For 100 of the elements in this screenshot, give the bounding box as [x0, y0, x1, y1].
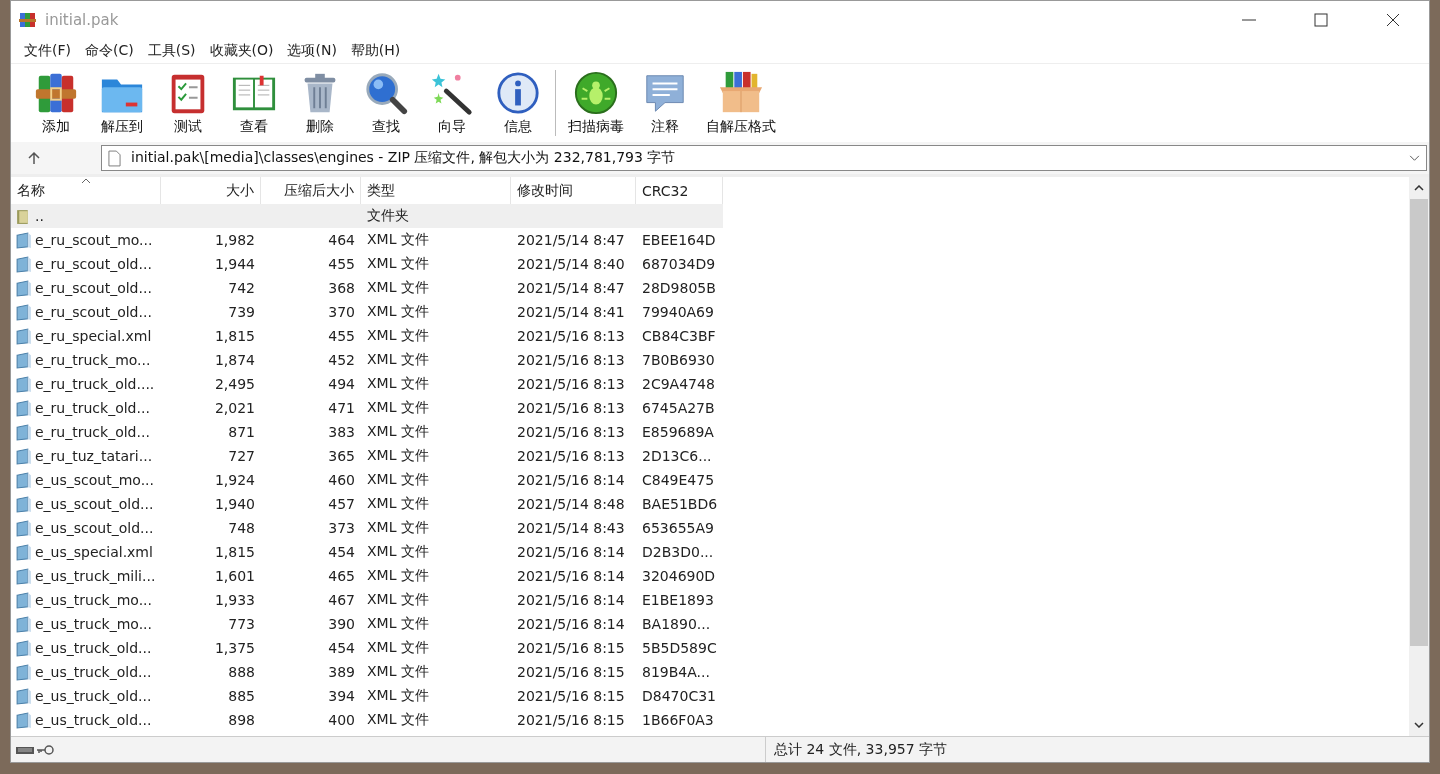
size-cell: 871	[228, 424, 255, 440]
name-cell: e_ru_scout_mo...	[35, 232, 153, 248]
file-row[interactable]: e_ru_truck_old... 871 383 XML 文件 2021/5/16 8:13 E859689A	[11, 420, 723, 444]
menu-item[interactable]: 工具(S)	[140, 42, 203, 60]
file-row[interactable]: e_ru_scout_old... 742 368 XML 文件 2021/5/14 8:47 28D9805B	[11, 276, 723, 300]
file-row[interactable]: .. 文件夹	[11, 204, 723, 228]
file-row[interactable]: e_us_truck_old... 888 389 XML 文件 2021/5/16 8:15 819B4A...	[11, 660, 723, 684]
modified-cell: 2021/5/16 8:13	[517, 328, 625, 344]
crc-cell: 819B4A...	[642, 664, 710, 680]
packed-size-cell: 494	[328, 376, 355, 392]
toolbar-button[interactable]: 测试	[155, 64, 221, 142]
size-cell: 1,982	[214, 232, 255, 248]
menu-item[interactable]: 收藏夹(O)	[202, 42, 281, 60]
size-cell: 1,933	[214, 592, 255, 608]
type-cell: 文件夹	[367, 207, 409, 225]
file-row[interactable]: e_us_scout_old... 748 373 XML 文件 2021/5/14 8:43 653655A9	[11, 516, 723, 540]
name-cell: e_us_truck_mo...	[35, 616, 152, 632]
toolbar-button[interactable]: 向导	[419, 64, 485, 142]
name-cell: e_us_truck_old...	[35, 664, 152, 680]
packed-size-cell: 368	[328, 280, 355, 296]
file-row[interactable]: e_ru_scout_old... 1,944 455 XML 文件 2021/5/14 8:40 687034D9	[11, 252, 723, 276]
size-cell: 1,815	[214, 544, 255, 560]
bug-icon	[573, 70, 619, 116]
size-cell: 739	[228, 304, 255, 320]
toolbar-button[interactable]: 添加	[23, 64, 89, 142]
status-summary: 总计 24 文件, 33,957 字节	[774, 740, 948, 759]
key-icon	[35, 744, 55, 755]
packed-size-cell: 365	[328, 448, 355, 464]
name-cell: e_ru_truck_old....	[35, 376, 155, 392]
size-cell: 1,815	[214, 328, 255, 344]
path-field[interactable]: initial.pak\[media]\classes\engines - ZIP 压缩文件, 解包大小为 232,781,793 字节	[101, 145, 1427, 171]
scroll-up-icon[interactable]	[1414, 185, 1424, 191]
file-row[interactable]: e_ru_truck_old... 2,021 471 XML 文件 2021/5/16 8:13 6745A27B	[11, 396, 723, 420]
modified-cell: 2021/5/14 8:41	[517, 304, 625, 320]
file-row[interactable]: e_us_truck_mo... 1,933 467 XML 文件 2021/5/16 8:14 E1BE1893	[11, 588, 723, 612]
type-cell: XML 文件	[367, 423, 429, 441]
dropdown-chevron-icon[interactable]	[1409, 154, 1420, 162]
type-cell: XML 文件	[367, 279, 429, 297]
toolbar-button[interactable]: 查找	[353, 64, 419, 142]
name-cell: e_us_special.xml	[35, 544, 153, 560]
type-cell: XML 文件	[367, 687, 429, 705]
name-cell: e_us_scout_mo...	[35, 472, 154, 488]
file-row[interactable]: e_ru_tuz_tatari... 727 365 XML 文件 2021/5/16 8:13 2D13C6...	[11, 444, 723, 468]
file-row[interactable]: e_ru_scout_old... 739 370 XML 文件 2021/5/14 8:41 79940A69	[11, 300, 723, 324]
toolbar-button[interactable]: 注释	[632, 64, 698, 142]
packed-size-cell: 454	[328, 640, 355, 656]
menu-item[interactable]: 帮助(H)	[343, 42, 408, 60]
file-row[interactable]: e_ru_special.xml 1,815 455 XML 文件 2021/5/16 8:13 CB84C3BF	[11, 324, 723, 348]
file-row[interactable]: e_ru_truck_mo... 1,874 452 XML 文件 2021/5/16 8:13 7B0B6930	[11, 348, 723, 372]
crc-cell: CB84C3BF	[642, 328, 716, 344]
crc-cell: 1B66F0A3	[642, 712, 714, 728]
modified-cell: 2021/5/16 8:15	[517, 712, 625, 728]
crc-cell: 6745A27B	[642, 400, 715, 416]
vertical-scrollbar[interactable]	[1409, 177, 1429, 736]
toolbar-button[interactable]: 删除	[287, 64, 353, 142]
toolbar-button[interactable]: 查看	[221, 64, 287, 142]
file-row[interactable]: e_us_special.xml 1,815 454 XML 文件 2021/5/16 8:14 D2B3D0...	[11, 540, 723, 564]
file-row[interactable]: e_us_truck_mo... 773 390 XML 文件 2021/5/16 8:14 BA1890...	[11, 612, 723, 636]
toolbar-button[interactable]: 扫描病毒	[560, 64, 632, 142]
menu-item[interactable]: 文件(F)	[17, 42, 78, 60]
type-cell: XML 文件	[367, 711, 429, 729]
file-row[interactable]: e_ru_truck_old.... 2,495 494 XML 文件 2021/5/16 8:13 2C9A4748	[11, 372, 723, 396]
toolbar-button[interactable]: 信息	[485, 64, 551, 142]
file-row[interactable]: e_us_scout_old... 1,940 457 XML 文件 2021/5/14 8:48 BAE51BD6	[11, 492, 723, 516]
crc-cell: BAE51BD6	[642, 496, 718, 512]
modified-cell: 2021/5/16 8:15	[517, 664, 625, 680]
size-cell: 1,924	[214, 472, 255, 488]
up-arrow-icon	[27, 151, 41, 165]
crc-cell: 7B0B6930	[642, 352, 715, 368]
packed-size-cell: 465	[328, 568, 355, 584]
file-row[interactable]: e_us_scout_mo... 1,924 460 XML 文件 2021/5/16 8:14 C849E475	[11, 468, 723, 492]
file-row[interactable]: e_us_truck_old... 1,375 454 XML 文件 2021/5/16 8:15 5B5D589C	[11, 636, 723, 660]
type-cell: XML 文件	[367, 303, 429, 321]
toolbar-button[interactable]: 解压到	[89, 64, 155, 142]
modified-cell: 2021/5/16 8:15	[517, 688, 625, 704]
packed-size-cell: 457	[328, 496, 355, 512]
modified-cell: 2021/5/14 8:47	[517, 280, 625, 296]
scroll-thumb[interactable]	[1410, 199, 1428, 646]
file-row[interactable]: e_ru_scout_mo... 1,982 464 XML 文件 2021/5/14 8:47 EBEE164D	[11, 228, 723, 252]
type-cell: XML 文件	[367, 663, 429, 681]
toolbar-button[interactable]: 自解压格式	[698, 64, 784, 142]
crc-cell: D8470C31	[642, 688, 716, 704]
modified-cell: 2021/5/16 8:14	[517, 544, 625, 560]
scroll-down-icon[interactable]	[1414, 722, 1424, 728]
type-cell: XML 文件	[367, 375, 429, 393]
file-row[interactable]: e_us_truck_mili... 1,601 465 XML 文件 2021/5/16 8:14 3204690D	[11, 564, 723, 588]
file-row[interactable]: e_us_truck_old... 898 400 XML 文件 2021/5/16 8:15 1B66F0A3	[11, 708, 723, 732]
menu-item[interactable]: 选项(N)	[280, 42, 344, 60]
name-cell: e_us_truck_old...	[35, 688, 152, 704]
size-cell: 1,375	[214, 640, 255, 656]
packed-size-cell: 373	[328, 520, 355, 536]
modified-cell: 2021/5/16 8:14	[517, 568, 625, 584]
size-cell: 885	[228, 688, 255, 704]
type-cell: XML 文件	[367, 591, 429, 609]
file-row[interactable]: e_us_truck_old... 885 394 XML 文件 2021/5/16 8:15 D8470C31	[11, 684, 723, 708]
keyboard-icon	[15, 744, 35, 755]
crc-cell: E1BE1893	[642, 592, 714, 608]
type-cell: XML 文件	[367, 639, 429, 657]
menu-item[interactable]: 命令(C)	[78, 42, 141, 60]
modified-cell: 2021/5/16 8:14	[517, 472, 625, 488]
